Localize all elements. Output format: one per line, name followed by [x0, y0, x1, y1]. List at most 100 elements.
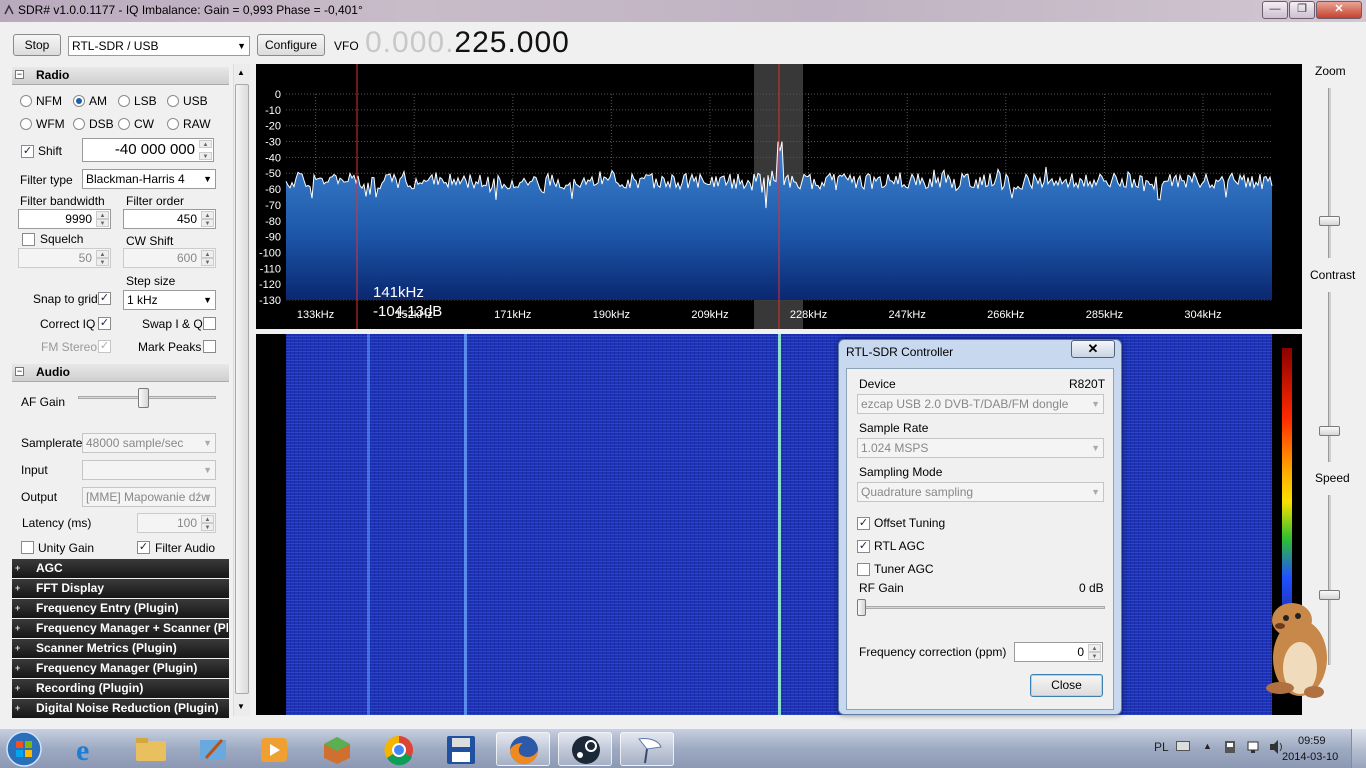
spin-down-icon[interactable]: ▼ [1088, 652, 1101, 660]
show-desktop-button[interactable] [1351, 729, 1366, 768]
restore-button[interactable]: ❐ [1289, 1, 1315, 19]
rtl-agc-checkbox[interactable]: ✓ [857, 540, 870, 553]
taskbar-sdr-button[interactable] [620, 732, 674, 766]
cw-shift-input[interactable]: 600 ▲ ▼ [123, 248, 216, 268]
window-close-button[interactable]: ✕ [1316, 1, 1362, 19]
sampling-mode-select[interactable]: Quadrature sampling ▼ [857, 482, 1104, 502]
spin-down-icon[interactable]: ▼ [201, 523, 214, 531]
dialog-close-button[interactable]: Close [1030, 674, 1103, 697]
fm-stereo-checkbox[interactable]: ✓ [98, 340, 111, 353]
correct-iq-checkbox[interactable]: ✓ [98, 317, 111, 330]
section-header-frequency-manager-plugin[interactable]: + Frequency Manager (Plugin) [12, 659, 229, 678]
contrast-track[interactable] [1328, 292, 1331, 462]
keyboard-icon[interactable] [1176, 741, 1190, 751]
usb-device-icon[interactable] [1222, 739, 1238, 755]
section-header-scanner-metrics-plugin[interactable]: + Scanner Metrics (Plugin) [12, 639, 229, 658]
radio-section-header[interactable]: − Radio [12, 67, 229, 85]
spin-up-icon[interactable]: ▲ [96, 211, 109, 219]
mode-radio-nfm[interactable] [20, 95, 32, 107]
squelch-input[interactable]: 50 ▲ ▼ [18, 248, 111, 268]
language-indicator[interactable]: PL [1154, 740, 1169, 754]
mode-radio-am[interactable] [73, 95, 85, 107]
rf-gain-track[interactable] [859, 606, 1105, 609]
spin-up-icon[interactable]: ▲ [96, 250, 109, 258]
zoom-slider[interactable] [1319, 216, 1340, 226]
input-select[interactable]: ▼ [82, 460, 216, 480]
section-header-fft-display[interactable]: + FFT Display [12, 579, 229, 598]
taskbar-explorer-button[interactable] [124, 732, 178, 766]
spin-down-icon[interactable]: ▼ [96, 258, 109, 266]
spin-down-icon[interactable]: ▼ [201, 219, 214, 227]
mark-peaks-checkbox[interactable] [203, 340, 216, 353]
contrast-slider[interactable] [1319, 426, 1340, 436]
spin-down-icon[interactable]: ▼ [96, 219, 109, 227]
clock-date[interactable]: 2014-03-10 [1282, 751, 1338, 763]
mode-radio-usb[interactable] [167, 95, 179, 107]
taskbar-app-button[interactable] [310, 732, 364, 766]
section-header-agc[interactable]: + AGC [12, 559, 229, 578]
filter-type-select[interactable]: Blackman-Harris 4 ▼ [82, 169, 216, 189]
configure-button[interactable]: Configure [257, 34, 325, 56]
section-header-recording-plugin[interactable]: + Recording (Plugin) [12, 679, 229, 698]
af-gain-slider[interactable] [138, 388, 149, 408]
rf-gain-slider[interactable] [857, 599, 866, 616]
taskbar-save-button[interactable] [434, 732, 488, 766]
tuner-agc-checkbox[interactable] [857, 563, 870, 576]
filter-audio-checkbox[interactable]: ✓ [137, 541, 150, 554]
spin-up-icon[interactable]: ▲ [201, 211, 214, 219]
spin-up-icon[interactable]: ▲ [201, 250, 214, 258]
taskbar-media-button[interactable] [248, 732, 302, 766]
taskbar-chrome-button[interactable] [372, 732, 426, 766]
vfo-display[interactable]: 0.000.225.000 [365, 26, 570, 60]
stop-button[interactable]: Stop [13, 34, 61, 56]
device-select[interactable]: ezcap USB 2.0 DVB-T/DAB/FM dongle ▼ [857, 394, 1104, 414]
spin-up-icon[interactable]: ▲ [201, 515, 214, 523]
network-icon[interactable] [1246, 739, 1262, 755]
taskbar-ie-button[interactable]: e [62, 732, 116, 767]
mode-radio-cw[interactable] [118, 118, 130, 130]
scroll-thumb[interactable] [235, 84, 249, 694]
mode-radio-dsb[interactable] [73, 118, 85, 130]
output-select[interactable]: [MME] Mapowanie dźw ▼ [82, 487, 216, 507]
spin-down-icon[interactable]: ▼ [199, 152, 212, 160]
scroll-down-icon[interactable]: ▼ [237, 702, 245, 711]
swap-iq-checkbox[interactable] [203, 317, 216, 330]
audio-section-header[interactable]: − Audio [12, 364, 229, 382]
taskbar-firefox-button[interactable] [496, 732, 550, 766]
taskbar-paint-button[interactable] [186, 732, 240, 766]
shift-input[interactable]: -40 000 000 ▲ ▼ [82, 138, 214, 162]
show-hidden-icons-icon[interactable]: ▲ [1203, 741, 1212, 751]
zoom-track[interactable] [1328, 88, 1331, 258]
mode-radio-lsb[interactable] [118, 95, 130, 107]
waterfall-display[interactable] [256, 334, 1302, 715]
left-scrollbar[interactable]: ▲ ▼ [233, 64, 250, 716]
sample-rate-select[interactable]: 1.024 MSPS ▼ [857, 438, 1104, 458]
dialog-close-x-button[interactable]: ✕ [1071, 340, 1115, 358]
taskbar-steam-button[interactable] [558, 732, 612, 766]
samplerate-select[interactable]: 48000 sample/sec ▼ [82, 433, 216, 453]
clock-time[interactable]: 09:59 [1298, 735, 1326, 747]
minimize-button[interactable]: — [1262, 1, 1288, 19]
section-header-frequency-manager-scanner-plugin[interactable]: + Frequency Manager + Scanner (Plugin) [12, 619, 229, 638]
section-header-digital-noise-reduction-plugin[interactable]: + Digital Noise Reduction (Plugin) [12, 699, 229, 718]
snap-checkbox[interactable]: ✓ [98, 292, 111, 305]
shift-checkbox[interactable]: ✓ [21, 145, 34, 158]
spectrum-analyzer[interactable]: 0 -10 -20 -30 -40 -50 -60 -70 -80 -90 -100 -110 -120… [256, 64, 1302, 329]
spin-down-icon[interactable]: ▼ [201, 258, 214, 266]
filter-bandwidth-input[interactable]: 9990 ▲ ▼ [18, 209, 111, 229]
mode-radio-raw[interactable] [167, 118, 179, 130]
squelch-checkbox[interactable] [22, 233, 35, 246]
step-size-select[interactable]: 1 kHz ▼ [123, 290, 216, 310]
spin-up-icon[interactable]: ▲ [1088, 644, 1101, 652]
source-select[interactable]: RTL-SDR / USB ▼ [68, 36, 250, 56]
filter-order-input[interactable]: 450 ▲ ▼ [123, 209, 216, 229]
unity-gain-checkbox[interactable] [21, 541, 34, 554]
mode-radio-wfm[interactable] [20, 118, 32, 130]
start-button-icon[interactable] [3, 729, 45, 768]
section-header-frequency-entry-plugin[interactable]: + Frequency Entry (Plugin) [12, 599, 229, 618]
scroll-up-icon[interactable]: ▲ [237, 68, 245, 77]
spin-up-icon[interactable]: ▲ [199, 140, 212, 148]
offset-tuning-checkbox[interactable]: ✓ [857, 517, 870, 530]
frequency-correction-input[interactable]: 0 ▲ ▼ [1014, 642, 1103, 662]
latency-input[interactable]: 100 ▲ ▼ [137, 513, 216, 533]
